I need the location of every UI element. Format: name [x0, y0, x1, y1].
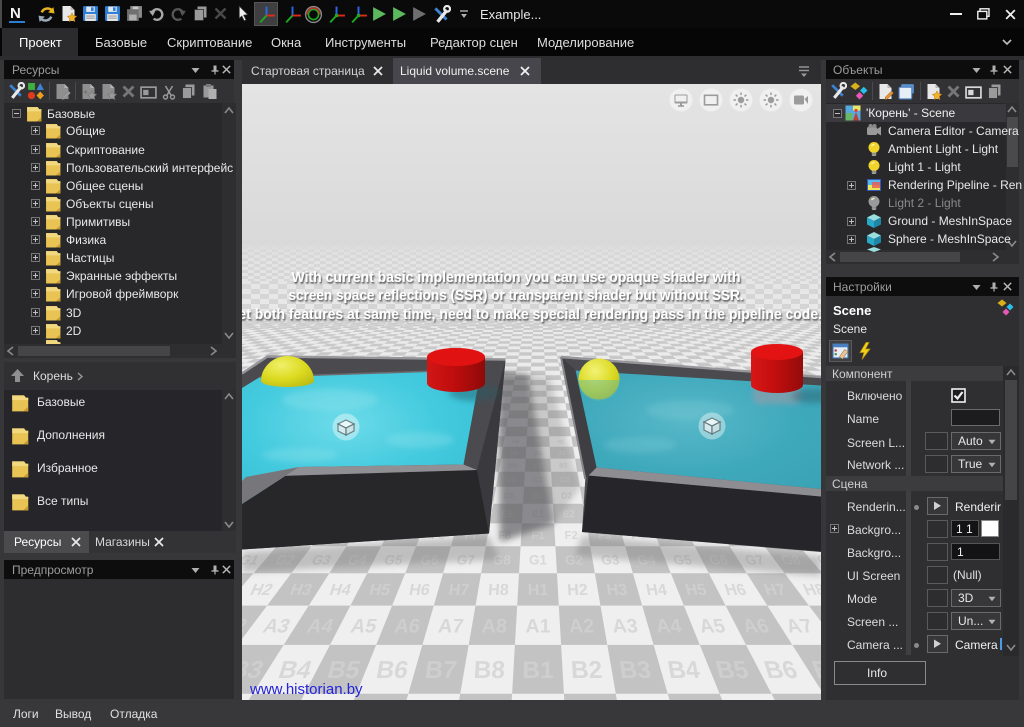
svg-text:A1: A1 — [525, 615, 550, 637]
svg-text:A6: A6 — [393, 615, 422, 637]
svg-text:H3: H3 — [606, 581, 629, 599]
svg-text:H7: H7 — [448, 581, 471, 599]
svg-text:F2: F2 — [564, 530, 578, 542]
svg-text:With current basic implementat: With current basic implementation you ca… — [292, 269, 741, 286]
svg-text:B3: B3 — [618, 657, 653, 684]
svg-text:B2: B2 — [570, 657, 603, 684]
svg-text:H1: H1 — [528, 581, 549, 599]
svg-text:F1: F1 — [531, 530, 545, 542]
svg-text:B6: B6 — [374, 657, 410, 684]
svg-text:A8: A8 — [481, 615, 508, 637]
svg-text:To get both features at same t: To get both features at same time, need … — [242, 306, 821, 323]
svg-text:A3: A3 — [611, 615, 639, 637]
svg-text:A2: A2 — [568, 615, 595, 637]
svg-text:H6: H6 — [408, 581, 432, 599]
svg-text:screen space reflections (SSR): screen space reflections (SSR) or transp… — [289, 287, 744, 304]
svg-text:A7: A7 — [437, 615, 465, 637]
svg-text:H2: H2 — [567, 581, 589, 599]
svg-text:E2: E2 — [563, 509, 576, 520]
svg-text:B4: B4 — [666, 657, 703, 684]
svg-text:H4: H4 — [644, 581, 668, 599]
svg-text:B1: B1 — [522, 657, 553, 684]
svg-text:B8: B8 — [473, 657, 506, 684]
svg-text:G1: G1 — [529, 553, 548, 568]
svg-text:www.historian.by: www.historian.by — [249, 681, 363, 698]
svg-text:H8: H8 — [488, 581, 510, 599]
svg-text:B7: B7 — [423, 657, 458, 684]
svg-text:A4: A4 — [654, 615, 683, 637]
